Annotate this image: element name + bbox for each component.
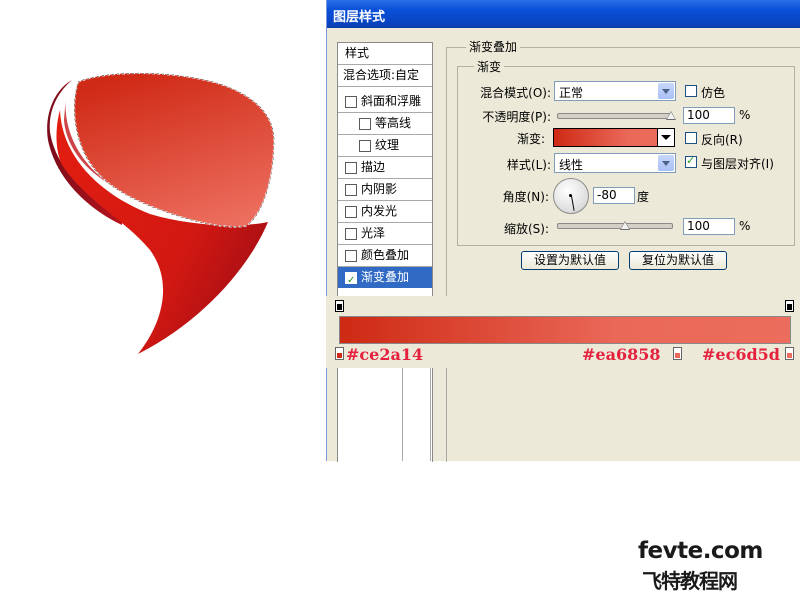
checkmark-icon: ✓ bbox=[347, 275, 356, 286]
style-item-label: 内阴影 bbox=[361, 182, 398, 196]
align-with-layer-checkbox[interactable] bbox=[685, 154, 697, 168]
style-item-label: 颜色叠加 bbox=[361, 248, 410, 262]
red-petal-artwork bbox=[47, 72, 275, 354]
opacity-stop-left[interactable] bbox=[335, 300, 344, 312]
style-item-texture[interactable]: 纹理 bbox=[338, 135, 432, 157]
style-item-contour[interactable]: 等高线 bbox=[338, 113, 432, 135]
chevron-down-icon[interactable] bbox=[658, 155, 674, 171]
gradient-dropdown-button[interactable] bbox=[657, 129, 674, 146]
set-default-button[interactable]: 设置为默认值 bbox=[521, 251, 619, 270]
gradient-style-value: 线性 bbox=[559, 158, 584, 172]
site-watermark: fevte.com 飞特教程网 bbox=[638, 538, 798, 593]
triangle-down-icon bbox=[661, 135, 671, 140]
blend-options-item[interactable]: 混合选项:自定 bbox=[338, 65, 432, 87]
gradient-editor: #ce2a14 #ea6858 #ec6d5d bbox=[326, 296, 800, 368]
style-item-color-overlay[interactable]: 颜色叠加 bbox=[338, 245, 432, 267]
reverse-checkbox[interactable] bbox=[685, 132, 697, 144]
section-title: 渐变叠加 bbox=[466, 38, 521, 55]
reset-default-button[interactable]: 复位为默认值 bbox=[629, 251, 727, 270]
style-item-stroke[interactable]: 描边 bbox=[338, 157, 432, 179]
texture-checkbox[interactable] bbox=[359, 140, 371, 152]
style-item-inner-glow[interactable]: 内发光 bbox=[338, 201, 432, 223]
style-item-label: 斜面和浮雕 bbox=[361, 94, 422, 108]
color-overlay-checkbox[interactable] bbox=[345, 250, 357, 262]
gradient-label: 渐变: bbox=[516, 132, 545, 146]
gradient-group-title: 渐变 bbox=[474, 58, 505, 75]
stroke-checkbox[interactable] bbox=[345, 162, 357, 174]
dither-label: 仿色 bbox=[701, 86, 726, 100]
style-item-inner-shadow[interactable]: 内阴影 bbox=[338, 179, 432, 201]
chevron-down-icon[interactable] bbox=[658, 83, 674, 99]
scale-input[interactable]: 100 bbox=[683, 218, 735, 235]
satin-checkbox[interactable] bbox=[345, 228, 357, 240]
contour-checkbox[interactable] bbox=[359, 118, 371, 130]
style-item-label: 光泽 bbox=[361, 226, 386, 240]
color-stop-1-hex: #ce2a14 bbox=[346, 345, 424, 364]
angle-input[interactable]: -80 bbox=[593, 187, 635, 204]
watermark-site-name: 飞特教程网 bbox=[642, 569, 738, 593]
inner-shadow-checkbox[interactable] bbox=[345, 184, 357, 196]
dialog-title: 图层样式 bbox=[333, 10, 386, 25]
scale-label: 缩放(S): bbox=[503, 222, 549, 236]
style-item-bevel-emboss[interactable]: 斜面和浮雕 bbox=[338, 91, 432, 113]
scale-slider-thumb[interactable] bbox=[620, 221, 631, 230]
opacity-input[interactable]: 100 bbox=[683, 107, 735, 124]
align-with-layer-label: 与图层对齐(I) bbox=[701, 157, 774, 171]
divider bbox=[446, 368, 447, 461]
scale-slider[interactable] bbox=[557, 223, 673, 229]
opacity-slider-thumb[interactable] bbox=[666, 111, 676, 120]
styles-header[interactable]: 样式 bbox=[338, 43, 432, 65]
style-item-label: 渐变叠加 bbox=[361, 270, 410, 284]
color-stop-3-hex: #ec6d5d bbox=[702, 345, 780, 364]
scale-unit: % bbox=[739, 219, 751, 233]
blend-mode-select[interactable]: 正常 bbox=[554, 81, 676, 101]
color-stop-2[interactable] bbox=[673, 347, 682, 360]
angle-dial-center bbox=[569, 194, 572, 197]
angle-needle bbox=[571, 195, 575, 211]
opacity-unit: % bbox=[739, 108, 751, 122]
style-label: 样式(L): bbox=[506, 158, 551, 172]
inner-glow-checkbox[interactable] bbox=[345, 206, 357, 218]
gradient-picker[interactable] bbox=[553, 128, 675, 147]
styles-header-label: 样式 bbox=[345, 46, 370, 60]
style-item-label: 等高线 bbox=[375, 116, 412, 130]
color-stop-3[interactable] bbox=[785, 347, 794, 360]
divider bbox=[430, 368, 431, 461]
angle-label: 角度(N): bbox=[502, 190, 549, 204]
blend-mode-value: 正常 bbox=[559, 86, 584, 100]
gradient-overlay-checkbox[interactable]: ✓ bbox=[345, 272, 357, 286]
styles-list: 样式 混合选项:自定 斜面和浮雕 等高线 纹理 描边 内阴影 内发光 光泽 颜色… bbox=[337, 42, 433, 462]
style-item-label: 内发光 bbox=[361, 204, 398, 218]
dither-checkbox[interactable] bbox=[685, 85, 697, 97]
gradient-style-select[interactable]: 线性 bbox=[554, 153, 676, 173]
blend-options-label: 混合选项:自定 bbox=[343, 68, 420, 82]
gradient-bar[interactable] bbox=[339, 316, 791, 344]
opacity-stop-right[interactable] bbox=[785, 300, 794, 312]
divider bbox=[402, 368, 403, 461]
style-item-satin[interactable]: 光泽 bbox=[338, 223, 432, 245]
angle-unit: 度 bbox=[637, 190, 650, 204]
layer-style-dialog: 图层样式 样式 混合选项:自定 斜面和浮雕 等高线 纹理 描边 内阴影 内发光 … bbox=[326, 0, 800, 462]
opacity-slider[interactable] bbox=[557, 113, 673, 119]
color-stop-2-hex: #ea6858 bbox=[582, 345, 661, 364]
blend-mode-label: 混合模式(O): bbox=[480, 86, 551, 100]
bevel-emboss-checkbox[interactable] bbox=[345, 96, 357, 108]
color-stop-1[interactable] bbox=[335, 347, 344, 360]
style-item-gradient-overlay[interactable]: ✓ 渐变叠加 bbox=[338, 267, 432, 288]
watermark-domain: fevte.com bbox=[638, 538, 763, 564]
reverse-label: 反向(R) bbox=[701, 133, 743, 147]
opacity-label: 不透明度(P): bbox=[482, 110, 551, 124]
angle-dial[interactable] bbox=[553, 178, 589, 214]
style-item-label: 纹理 bbox=[375, 138, 400, 152]
dialog-titlebar[interactable]: 图层样式 bbox=[327, 0, 800, 28]
style-item-label: 描边 bbox=[361, 160, 386, 174]
